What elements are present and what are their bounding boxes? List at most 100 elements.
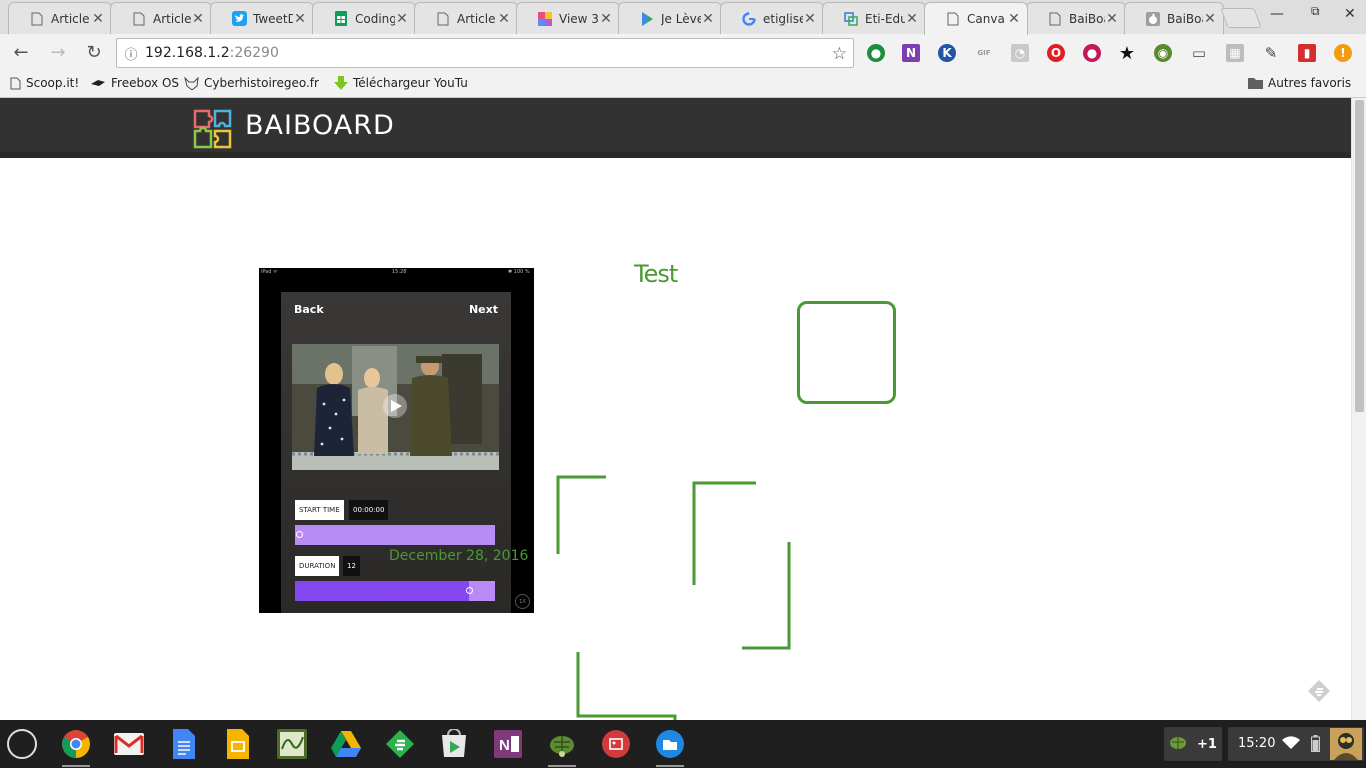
update-alert-icon[interactable]: ! (1334, 44, 1352, 62)
tab-etiglise[interactable]: etiglise ✕ (720, 2, 824, 34)
launcher-circle-icon[interactable] (7, 729, 37, 759)
tab-strip: Article ✕ Article ✕ TweetD ✕ Coding ✕ Ar… (0, 0, 1366, 35)
back-arrow-icon[interactable]: ← (10, 42, 32, 64)
tab-view3[interactable]: View 3 ✕ (516, 2, 620, 34)
notification-tray[interactable]: +1 (1164, 727, 1222, 761)
tab-title: BaiBoa (1069, 11, 1105, 26)
site-header: BAIBOARD (0, 98, 1351, 158)
play-store-icon (639, 11, 655, 27)
star-extension-icon[interactable]: ★ (1118, 43, 1136, 64)
bookmark-scoopit[interactable]: Scoop.it! (10, 76, 79, 90)
tab-baiboard-1[interactable]: BaiBoa ✕ (1026, 2, 1126, 34)
minimize-icon[interactable]: — (1270, 6, 1284, 22)
tab-article-1[interactable]: Article ✕ (8, 2, 112, 34)
tab-je-leve[interactable]: Je Lève ✕ (618, 2, 722, 34)
maximize-icon[interactable]: ⧉ (1311, 4, 1320, 19)
turtle-icon[interactable] (545, 727, 579, 767)
board-canvas[interactable]: iPad ᯤ 15:28 ✱ 100 % Back Next START TIM… (0, 158, 1351, 720)
rss-extension-icon[interactable]: ◔ (1011, 44, 1029, 62)
stroke-corner-3[interactable] (742, 542, 791, 650)
tab-article-3[interactable]: Article ✕ (414, 2, 518, 34)
k-extension-icon[interactable]: K (938, 44, 956, 62)
bookmark-youtube-downloader[interactable]: Téléchargeur YouTub (334, 76, 469, 90)
other-bookmarks[interactable]: Autres favoris (1248, 76, 1351, 90)
tab-title: Article (457, 11, 496, 26)
evernote-extension-icon[interactable]: ● (867, 44, 885, 62)
sheets-icon (333, 11, 349, 27)
stroke-corner-1[interactable] (556, 475, 606, 554)
bookmark-label: Cyberhistoiregeo.fr : r (204, 76, 322, 90)
files-icon[interactable] (653, 727, 687, 767)
other-bookmarks-label: Autres favoris (1268, 76, 1352, 90)
reload-icon[interactable]: ↻ (83, 42, 105, 64)
close-icon[interactable]: ✕ (1007, 11, 1021, 27)
bookmark-label: Téléchargeur YouTub (353, 76, 469, 90)
info-icon[interactable]: ⓘ (117, 44, 145, 63)
view3-icon (537, 11, 553, 27)
browser-toolbar: ← → ↻ ⓘ 192.168.1.2:26290 ☆ ● N K GIF ◔ … (0, 34, 1366, 72)
tab-eti-edu[interactable]: Eti-Edu ✕ (822, 2, 926, 34)
stroke-corner-2[interactable] (692, 481, 756, 585)
close-icon[interactable]: ✕ (803, 11, 817, 27)
brand-title: BAIBOARD (245, 110, 395, 141)
bookmark-star-icon[interactable]: ☆ (832, 44, 847, 64)
close-icon[interactable]: ✕ (191, 11, 205, 27)
battery-icon (1311, 735, 1320, 756)
onenote-extension-icon[interactable]: N (902, 44, 920, 62)
screenshot-extension-icon[interactable]: ▦ (1226, 44, 1244, 62)
freehand-strokes[interactable] (0, 158, 1351, 720)
page-scrollbar[interactable] (1351, 98, 1366, 720)
tab-tweetdeck[interactable]: TweetD ✕ (210, 2, 314, 34)
close-icon[interactable]: ✕ (599, 11, 613, 27)
freebox-icon (90, 79, 106, 87)
tab-title: TweetD (253, 11, 293, 26)
close-icon[interactable]: ✕ (1105, 11, 1119, 27)
opera-extension-icon[interactable]: O (1047, 44, 1065, 62)
turtle-extension-icon[interactable]: ◉ (1154, 44, 1172, 62)
close-icon[interactable]: ✕ (497, 11, 511, 27)
close-window-icon[interactable]: ✕ (1344, 6, 1356, 22)
chrome-icon[interactable] (59, 727, 93, 767)
docs-icon[interactable] (167, 727, 201, 761)
wolf-icon (184, 76, 199, 90)
pen-extension-icon[interactable]: ✎ (1262, 44, 1280, 62)
close-icon[interactable]: ✕ (1203, 11, 1217, 27)
onenote-icon[interactable]: N (491, 727, 525, 761)
stroke-corner-4[interactable] (576, 652, 677, 720)
close-icon[interactable]: ✕ (395, 11, 409, 27)
photos-icon[interactable] (599, 727, 633, 761)
clock: 15:20 (1238, 736, 1276, 751)
forward-arrow-icon[interactable]: → (47, 42, 69, 64)
baiboard-logo-icon[interactable] (192, 108, 234, 150)
new-tab-button[interactable] (1220, 8, 1262, 28)
close-icon[interactable]: ✕ (701, 11, 715, 27)
feedly-floating-icon[interactable] (1306, 678, 1332, 704)
avatar (1330, 728, 1362, 764)
close-icon[interactable]: ✕ (91, 11, 105, 27)
graph-app-icon[interactable] (275, 727, 309, 761)
close-icon[interactable]: ✕ (905, 11, 919, 27)
tab-title: Article (153, 11, 191, 26)
slides-icon[interactable] (221, 727, 255, 761)
address-bar[interactable]: ⓘ 192.168.1.2:26290 ☆ (116, 38, 854, 68)
book-extension-icon[interactable]: ▮ (1298, 44, 1316, 62)
bookmark-label: Scoop.it! (26, 76, 80, 90)
cast-icon[interactable]: ▭ (1190, 44, 1208, 62)
drive-icon[interactable] (329, 727, 363, 761)
bookmark-freebox[interactable]: Freebox OS (90, 76, 179, 90)
pocket-extension-icon[interactable]: ● (1083, 44, 1101, 62)
gif-extension-icon[interactable]: GIF (974, 44, 994, 62)
bookmark-cyberhistoiregeo[interactable]: Cyberhistoiregeo.fr : r (184, 76, 322, 90)
tab-article-2[interactable]: Article ✕ (110, 2, 212, 34)
status-tray[interactable]: 15:20 (1228, 727, 1364, 761)
gmail-icon[interactable] (112, 727, 146, 761)
close-icon[interactable]: ✕ (293, 11, 307, 27)
tab-title: View 3 (559, 11, 599, 26)
tab-baiboard-2[interactable]: BaiBoa ✕ (1124, 2, 1224, 34)
tab-canva[interactable]: Canva ✕ (924, 2, 1028, 35)
scrollbar-thumb[interactable] (1355, 100, 1364, 412)
play-store-icon[interactable] (437, 727, 471, 761)
tab-coding[interactable]: Coding ✕ (312, 2, 416, 34)
feedly-icon[interactable] (383, 727, 417, 761)
notification-count: +1 (1197, 736, 1217, 752)
